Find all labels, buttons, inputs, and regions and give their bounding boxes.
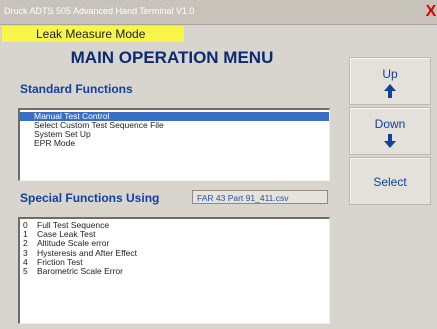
item-label: Barometric Scale Error bbox=[37, 265, 123, 276]
page-title: MAIN OPERATION MENU bbox=[70, 48, 274, 67]
standard-functions-heading: Standard Functions bbox=[20, 82, 133, 96]
mode-label: Leak Measure Mode bbox=[36, 27, 146, 41]
arrow-down-icon bbox=[384, 134, 396, 148]
sequence-file-field[interactable]: FAR 43 Part 91_411.csv bbox=[192, 190, 328, 204]
standard-functions-list[interactable]: Manual Test Control Select Custom Test S… bbox=[18, 108, 330, 181]
list-item-epr-mode[interactable]: EPR Mode bbox=[20, 139, 329, 148]
down-button[interactable]: Down bbox=[349, 107, 431, 155]
title-bar: Druck ADTS 505 Advanced Hand Terminal V1… bbox=[0, 0, 437, 25]
select-button-label: Select bbox=[373, 175, 407, 189]
item-number: 5 bbox=[23, 265, 28, 276]
up-button-label: Up bbox=[382, 67, 398, 81]
special-functions-heading: Special Functions Using bbox=[20, 191, 160, 205]
list-item[interactable]: 5 Barometric Scale Error bbox=[20, 265, 329, 276]
close-icon[interactable]: X bbox=[425, 3, 437, 21]
up-button[interactable]: Up bbox=[349, 57, 431, 105]
down-button-label: Down bbox=[374, 117, 406, 131]
special-functions-list[interactable]: 0 Full Test Sequence 1 Case Leak Test 2 Alt… bbox=[18, 217, 330, 324]
window-title: Druck ADTS 505 Advanced Hand Terminal V1… bbox=[4, 6, 195, 16]
mode-banner: Leak Measure Mode bbox=[2, 26, 184, 42]
select-button[interactable]: Select bbox=[349, 157, 431, 205]
arrow-up-icon bbox=[384, 84, 396, 98]
